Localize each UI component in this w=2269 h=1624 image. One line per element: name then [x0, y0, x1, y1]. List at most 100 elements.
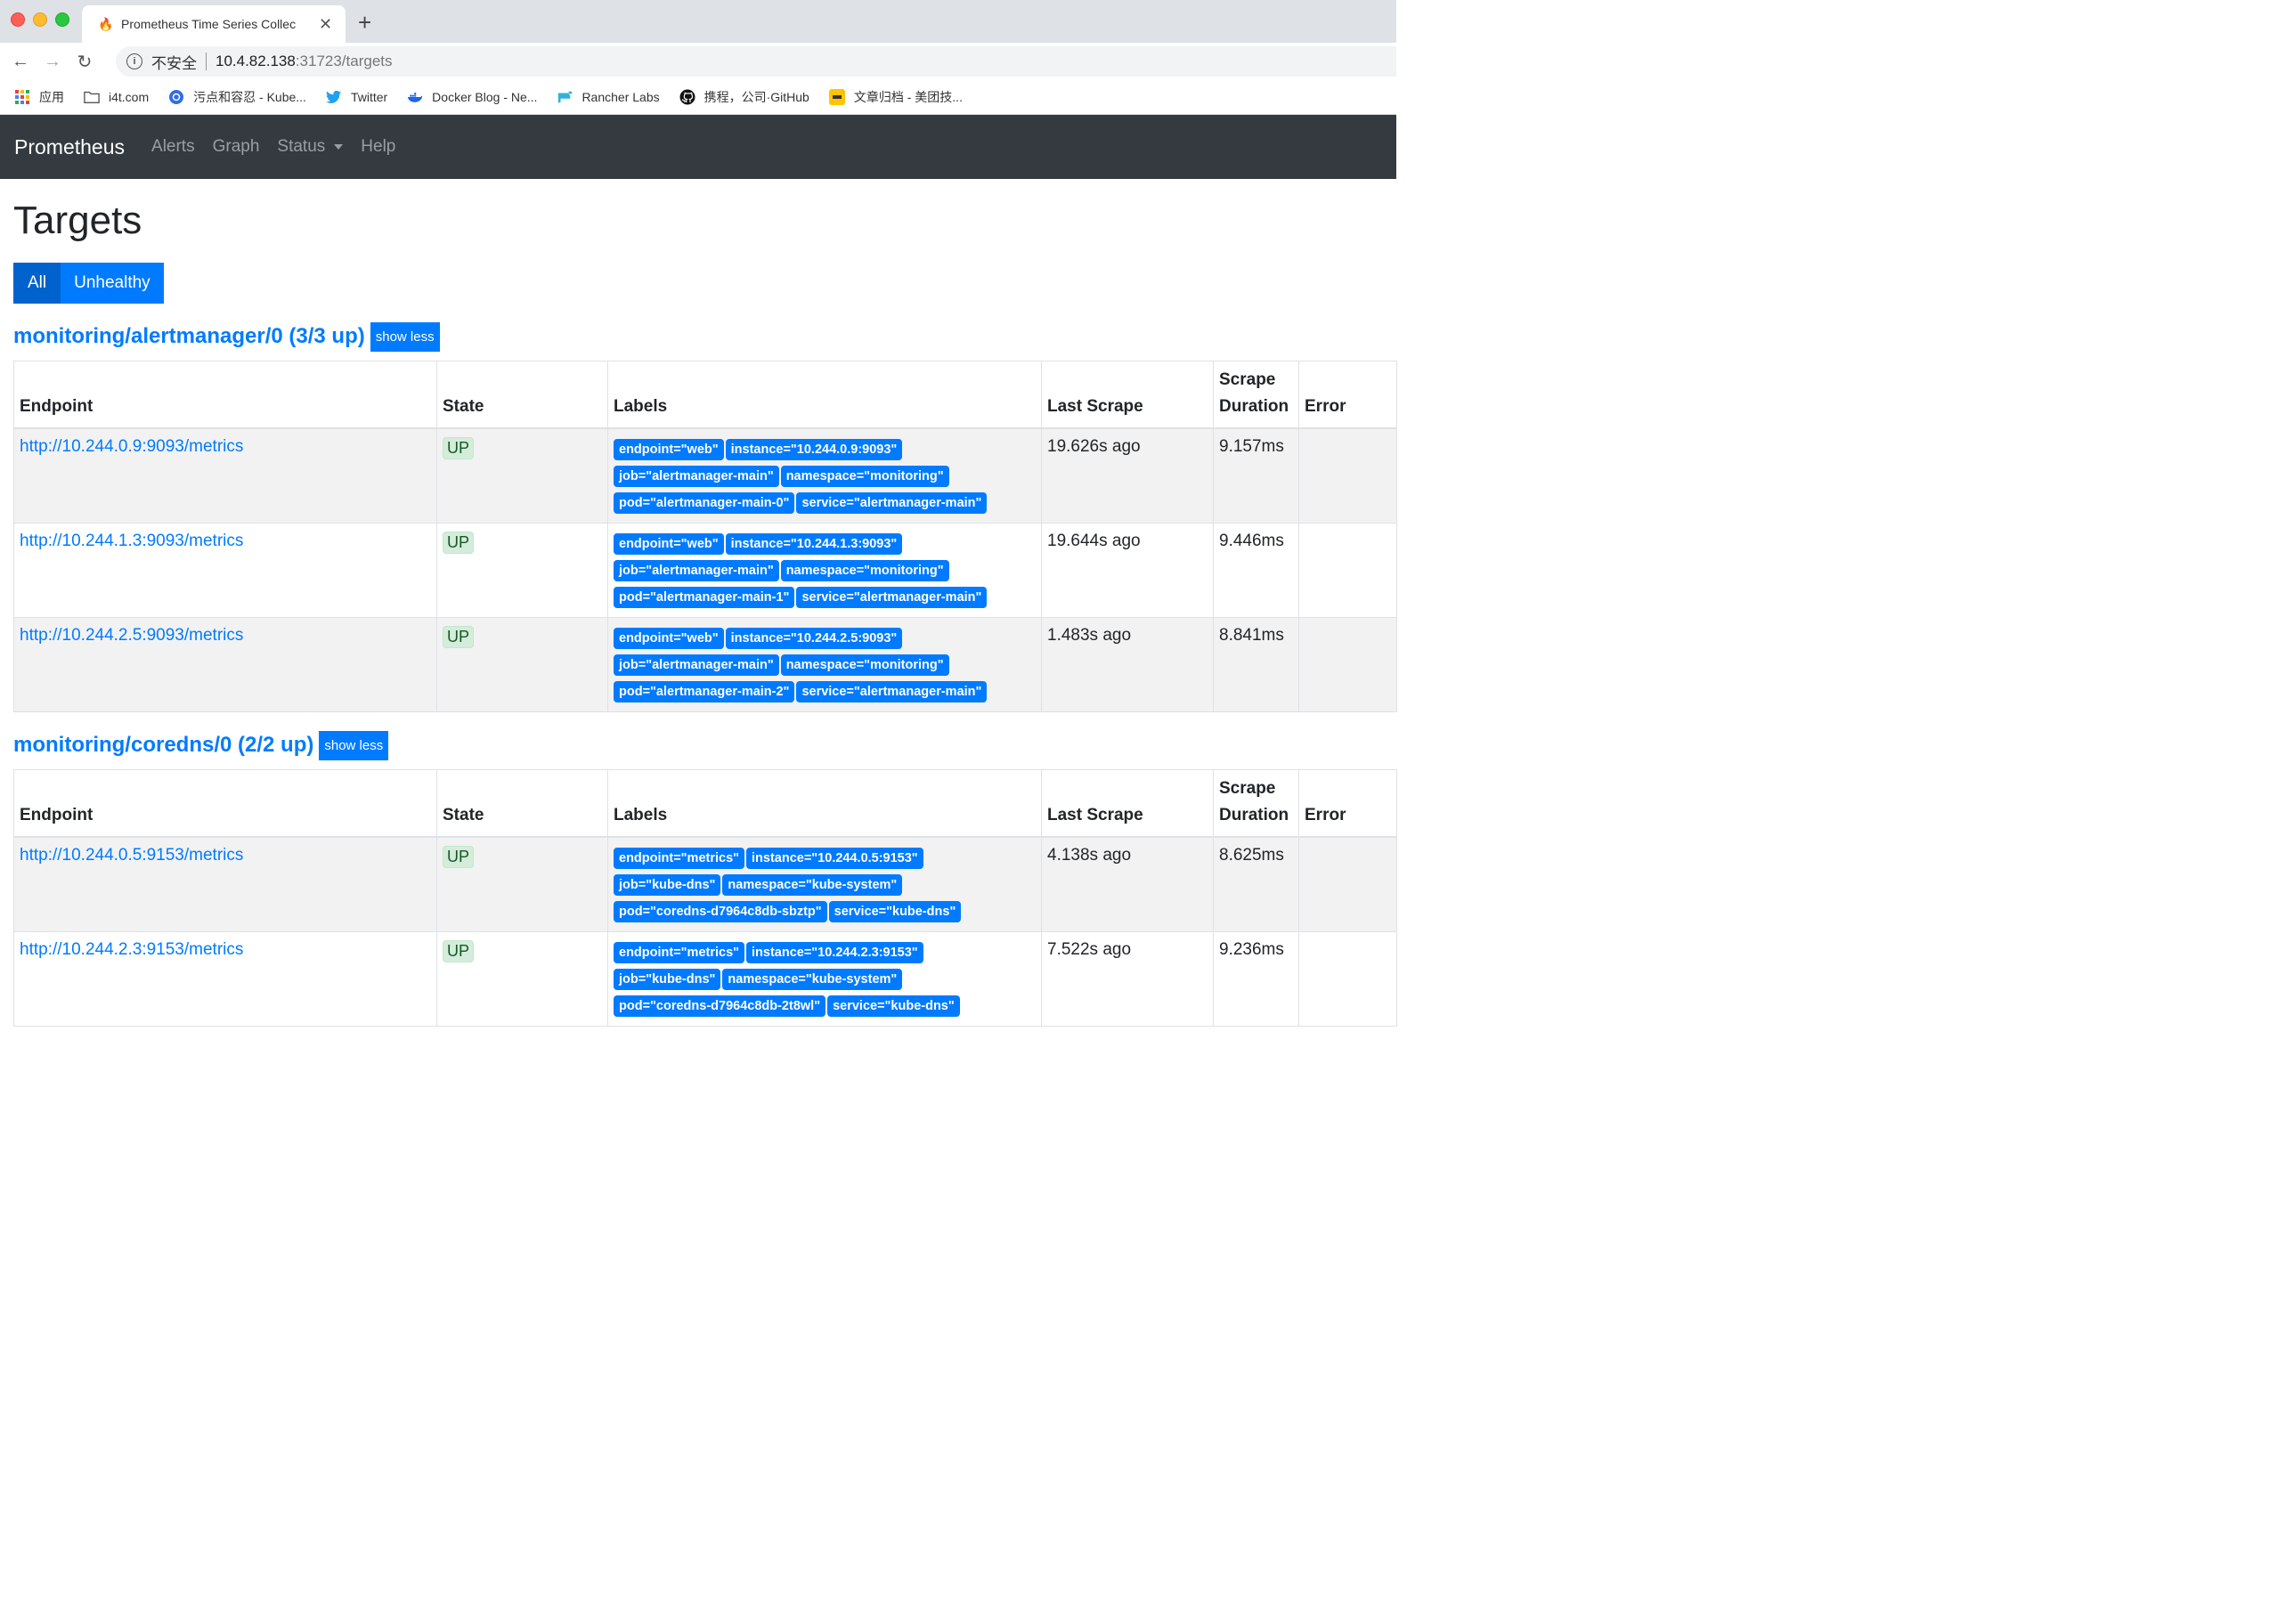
bookmark-meituan[interactable]: 文章归档 - 美团技... [828, 88, 963, 106]
last-scrape-cell: 19.644s ago [1041, 523, 1214, 618]
browser-tab[interactable]: 🔥 Prometheus Time Series Collec ✕ [82, 5, 346, 43]
label-line: job="alertmanager-main" namespace="monito… [614, 558, 1036, 585]
target-group-header: monitoring/coredns/0 (2/2 up) show less [13, 730, 1396, 760]
last-scrape-cell: 19.626s ago [1041, 427, 1214, 524]
endpoint-link[interactable]: http://10.244.0.9:9093/metrics [20, 437, 243, 456]
state-cell: UP [436, 931, 608, 1027]
show-less-button[interactable]: show less [370, 321, 440, 352]
labels-cell: endpoint="metrics" instance="10.244.0.5:9… [607, 836, 1042, 932]
bookmark-kubernetes[interactable]: 污点和容忍 - Kube... [168, 88, 306, 106]
label-badge: instance="10.244.2.5:9093" [725, 628, 903, 649]
target-group-link[interactable]: monitoring/coredns/0 (2/2 up) [13, 733, 313, 758]
label-line: endpoint="metrics" instance="10.244.0.5:9… [614, 846, 1036, 873]
labels-cell: endpoint="web" instance="10.244.1.3:9093"… [607, 523, 1042, 618]
label-line: endpoint="metrics" instance="10.244.2.3:9… [614, 940, 1036, 967]
endpoint-link[interactable]: http://10.244.1.3:9093/metrics [20, 532, 243, 550]
endpoint-link[interactable]: http://10.244.0.5:9153/metrics [20, 846, 243, 865]
forward-arrow-icon[interactable]: → [41, 52, 64, 72]
filter-unhealthy-button[interactable]: Unhealthy [61, 263, 164, 304]
label-badge: pod="coredns-d7964c8db-2t8wl" [614, 995, 826, 1017]
insecure-label: 不安全 [151, 54, 197, 72]
url-path: :31723/targets [295, 53, 393, 69]
label-line: pod="alertmanager-main-0" service="alertm… [614, 491, 1036, 517]
table-row: http://10.244.2.5:9093/metrics UP endpoint… [13, 617, 1397, 712]
nav-alerts[interactable]: Alerts [151, 137, 195, 157]
bookmark-label: 应用 [39, 90, 64, 104]
maximize-window-button[interactable] [55, 12, 69, 27]
header-endpoint: Endpoint [13, 769, 437, 838]
state-badge: UP [443, 437, 475, 459]
header-scrape-duration: Scrape Duration [1213, 769, 1299, 838]
minimize-window-button[interactable] [33, 12, 47, 27]
reload-icon[interactable]: ↻ [73, 51, 96, 73]
apps-grid-icon [14, 89, 30, 105]
table-header-row: Endpoint State Labels Last Scrape Scrape Dura… [13, 769, 1397, 838]
label-badge: instance="10.244.0.5:9153" [746, 848, 923, 869]
label-badge: job="kube-dns" [614, 874, 721, 896]
endpoint-link[interactable]: http://10.244.2.5:9093/metrics [20, 626, 243, 645]
bookmark-docker[interactable]: Docker Blog - Ne... [407, 89, 537, 105]
table-row: http://10.244.0.5:9153/metrics UP endpoint… [13, 836, 1397, 932]
bookmark-github[interactable]: 携程，公司·GitHub [679, 88, 809, 106]
nav-status-dropdown[interactable]: Status [277, 137, 344, 157]
back-arrow-icon[interactable]: ← [9, 52, 32, 72]
meituan-icon [828, 89, 845, 105]
bookmark-twitter[interactable]: Twitter [325, 89, 388, 105]
label-line: pod="alertmanager-main-1" service="alertm… [614, 585, 1036, 612]
header-state: State [436, 769, 608, 838]
browser-tabbar: 🔥 Prometheus Time Series Collec ✕ + [0, 0, 1396, 43]
close-tab-icon[interactable]: ✕ [319, 15, 332, 34]
label-badge: job="kube-dns" [614, 969, 721, 990]
endpoint-cell: http://10.244.2.5:9093/metrics [13, 617, 437, 712]
show-less-button[interactable]: show less [319, 730, 389, 760]
new-tab-button[interactable]: + [358, 9, 371, 37]
scrape-duration-cell: 9.446ms [1213, 523, 1299, 618]
error-cell [1298, 617, 1397, 712]
scrape-duration-cell: 8.625ms [1213, 836, 1299, 932]
filter-all-button[interactable]: All [13, 263, 61, 304]
endpoint-cell: http://10.244.2.3:9153/metrics [13, 931, 437, 1027]
folder-icon [84, 89, 100, 105]
bookmark-label: Twitter [350, 90, 388, 104]
label-line: pod="coredns-d7964c8db-2t8wl" service="ku… [614, 994, 1036, 1020]
github-icon [679, 89, 695, 105]
bookmark-i4t[interactable]: i4t.com [84, 89, 149, 105]
endpoint-link[interactable]: http://10.244.2.3:9153/metrics [20, 940, 243, 959]
label-badge: namespace="monitoring" [780, 466, 949, 487]
target-group-header: monitoring/alertmanager/0 (3/3 up) show l… [13, 321, 1396, 352]
twitter-icon [325, 89, 342, 105]
header-last-scrape: Last Scrape [1041, 361, 1214, 429]
label-badge: pod="alertmanager-main-1" [614, 587, 795, 608]
error-cell [1298, 931, 1397, 1027]
caret-down-icon [334, 144, 344, 150]
label-badge: namespace="monitoring" [780, 654, 949, 676]
nav-graph[interactable]: Graph [213, 137, 260, 157]
label-badge: endpoint="web" [614, 628, 724, 649]
state-cell: UP [436, 523, 608, 618]
target-group-link[interactable]: monitoring/alertmanager/0 (3/3 up) [13, 324, 365, 349]
label-badge: service="alertmanager-main" [796, 587, 988, 608]
bookmarks-bar: 应用 i4t.com 污点和容忍 - Kube... Twitter Docke… [0, 80, 1396, 115]
label-badge: namespace="kube-system" [722, 969, 903, 990]
table-header-row: Endpoint State Labels Last Scrape Scrape Dura… [13, 361, 1397, 429]
label-line: job="alertmanager-main" namespace="monito… [614, 464, 1036, 491]
header-last-scrape: Last Scrape [1041, 769, 1214, 838]
label-badge: instance="10.244.2.3:9153" [746, 942, 923, 963]
label-line: pod="coredns-d7964c8db-sbztp" service="ku… [614, 899, 1036, 926]
state-badge: UP [443, 940, 475, 962]
header-scrape-duration: Scrape Duration [1213, 361, 1299, 429]
bookmark-rancher[interactable]: Rancher Labs [557, 89, 660, 105]
close-window-button[interactable] [11, 12, 25, 27]
target-groups: monitoring/alertmanager/0 (3/3 up) show l… [13, 321, 1397, 1027]
label-line: endpoint="web" instance="10.244.0.9:9093" [614, 437, 1036, 464]
bookmark-apps[interactable]: 应用 [14, 88, 64, 106]
rancher-icon [557, 89, 573, 105]
tab-title: Prometheus Time Series Collec [121, 17, 297, 31]
header-error: Error [1298, 361, 1397, 429]
address-bar[interactable]: i 不安全 10.4.82.138:31723/targets [116, 46, 1396, 77]
label-line: job="kube-dns" namespace="kube-system" [614, 873, 1036, 899]
nav-help[interactable]: Help [361, 137, 395, 157]
info-icon[interactable]: i [126, 53, 142, 69]
brand-link[interactable]: Prometheus [14, 135, 125, 159]
bookmark-label: 携程，公司·GitHub [703, 90, 809, 104]
